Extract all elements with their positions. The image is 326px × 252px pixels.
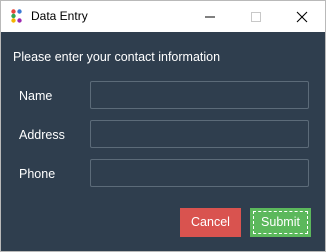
name-field[interactable] xyxy=(90,81,309,109)
minimize-icon xyxy=(205,16,215,18)
cancel-button[interactable]: Cancel xyxy=(180,208,241,237)
phone-label: Phone xyxy=(19,167,56,181)
name-label: Name xyxy=(19,89,53,103)
submit-button[interactable]: Submit xyxy=(250,208,311,237)
maximize-icon xyxy=(251,12,261,22)
window-title: Data Entry xyxy=(31,9,88,23)
cancel-button-label: Cancel xyxy=(191,215,230,229)
form-prompt: Please enter your contact information xyxy=(13,50,221,64)
minimize-button[interactable] xyxy=(187,1,233,32)
submit-button-label: Submit xyxy=(261,215,300,229)
close-icon xyxy=(296,11,308,23)
maximize-button[interactable] xyxy=(233,1,279,32)
close-button[interactable] xyxy=(279,1,325,32)
address-field[interactable] xyxy=(90,120,309,148)
app-icon xyxy=(11,9,23,23)
title-bar[interactable]: Data Entry xyxy=(1,1,325,32)
address-label: Address xyxy=(19,128,65,142)
phone-field[interactable] xyxy=(90,159,309,187)
data-entry-window: Data Entry Please enter your contact inf… xyxy=(0,0,326,252)
